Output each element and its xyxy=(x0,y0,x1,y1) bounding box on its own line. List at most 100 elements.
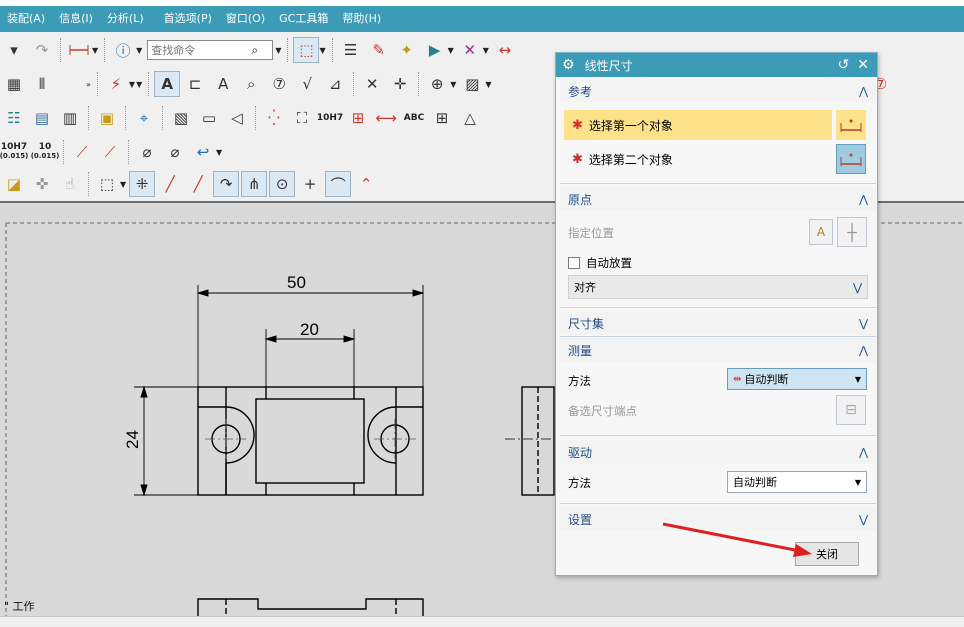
chevron-down-icon[interactable]: ⋁ xyxy=(853,281,862,294)
chevron-down-icon[interactable]: ▼ xyxy=(275,46,281,55)
menu-info[interactable]: 信息(I) xyxy=(52,6,100,32)
arc-center-icon[interactable]: ⊙ xyxy=(269,171,296,197)
info-icon[interactable]: ⓘ xyxy=(110,37,136,63)
chevron-up-icon[interactable]: ⋀ xyxy=(859,193,868,206)
chevron-down-icon[interactable]: ▼ xyxy=(855,478,861,487)
section-reference[interactable]: 参考 ⋀ xyxy=(560,79,876,103)
menu-gc-toolbox[interactable]: GC工具箱 xyxy=(272,6,335,32)
select-filter-icon[interactable]: ◪ xyxy=(1,171,27,197)
section-origin[interactable]: 原点 ⋀ xyxy=(560,187,876,211)
note-icon[interactable]: A xyxy=(154,71,181,97)
chevron-down-icon[interactable]: ▼ xyxy=(136,46,142,55)
edit-object-icon[interactable]: ✎ xyxy=(366,37,392,63)
tabular-note-icon[interactable]: ▥ xyxy=(57,105,83,131)
layer-settings-icon[interactable]: ☷ xyxy=(1,105,27,131)
hole-table-icon[interactable]: ⁛ xyxy=(261,105,287,131)
parts-list-icon[interactable]: ▤ xyxy=(29,105,55,131)
diameter-icon[interactable]: ⟋ xyxy=(97,139,123,165)
chevron-down-icon[interactable]: ▼ xyxy=(319,46,325,55)
dimension-text-24[interactable]: 24 xyxy=(123,430,142,449)
layers-icon[interactable]: ☰ xyxy=(338,37,364,63)
center-mark-icon[interactable]: ⊕ xyxy=(424,71,450,97)
edit-dimension-icon[interactable]: ⊞ xyxy=(345,105,371,131)
table-x-icon[interactable]: ⊞ xyxy=(429,105,455,131)
feature-control-icon[interactable]: ⊏ xyxy=(182,71,208,97)
tolerance-1-icon[interactable]: 10H7 (0.015) xyxy=(0,139,28,165)
origin-tool-icon[interactable]: A xyxy=(809,219,833,245)
endpoint-icon[interactable]: ╱ xyxy=(157,171,183,197)
close-button[interactable]: 关闭 xyxy=(795,542,859,566)
more-icon[interactable]: » xyxy=(86,80,91,89)
chevron-down-icon[interactable]: ▼ xyxy=(216,148,222,157)
chevron-down-icon[interactable]: ▼ xyxy=(129,80,135,89)
chevron-down-icon[interactable]: ▼ xyxy=(92,46,98,55)
dropdown-icon[interactable]: ▾ xyxy=(1,37,27,63)
table-icon[interactable]: ▦ xyxy=(1,71,27,97)
chain-dim-icon[interactable]: ⟷ xyxy=(373,105,399,131)
surface-finish-icon[interactable]: √ xyxy=(294,71,320,97)
triangle-icon[interactable]: △ xyxy=(457,105,483,131)
pointer-icon[interactable]: ☝ xyxy=(57,171,83,197)
intersection-icon[interactable]: ✛ xyxy=(387,71,413,97)
find-command-combo[interactable]: ⌕ xyxy=(147,40,274,60)
search-icon[interactable]: ⌕ xyxy=(251,43,258,58)
select-first-object-row[interactable]: ✱ 选择第一个对象 xyxy=(564,110,832,140)
find-command-input[interactable] xyxy=(151,41,252,59)
control-point-icon[interactable]: ↷ xyxy=(213,171,240,197)
image-icon[interactable]: ▨ xyxy=(459,71,485,97)
box-select-icon[interactable]: ⬚ xyxy=(94,171,120,197)
auto-place-checkbox[interactable] xyxy=(568,257,580,269)
menu-preferences[interactable]: 首选项(P) xyxy=(157,6,219,32)
axis-icon[interactable]: ✕ xyxy=(457,37,483,63)
weld-icon[interactable]: ⊿ xyxy=(322,71,348,97)
menu-assembly[interactable]: 装配(A) xyxy=(0,6,52,32)
intersection-point-icon[interactable]: ⋔ xyxy=(241,171,268,197)
snap-enable-icon[interactable]: ⁜ xyxy=(129,171,156,197)
chevron-up-icon[interactable]: ⋀ xyxy=(859,446,868,459)
section-dimension-set[interactable]: 尺寸集 ⋁ xyxy=(560,311,876,335)
chevron-down-icon[interactable]: ▼ xyxy=(855,375,861,384)
select-second-object-row[interactable]: ✱ 选择第二个对象 xyxy=(564,144,832,174)
linear-dimension-icon[interactable] xyxy=(66,37,92,63)
chevron-up-icon[interactable]: ⋀ xyxy=(859,344,868,357)
section-measurement[interactable]: 测量 ⋀ xyxy=(560,338,876,362)
diameter-symbol-2-icon[interactable]: ⌀ xyxy=(162,139,188,165)
dimension-style-icon[interactable]: ↔ xyxy=(492,37,518,63)
redo-icon[interactable]: ↷ xyxy=(29,37,55,63)
datum-icon[interactable]: A xyxy=(210,71,236,97)
border-icon[interactable]: ▭ xyxy=(196,105,222,131)
chevron-down-icon[interactable]: ▼ xyxy=(483,46,489,55)
specify-position-button[interactable]: ┼ xyxy=(837,217,867,247)
diameter-symbol-icon[interactable]: ⌀ xyxy=(134,139,160,165)
select-first-object-button[interactable] xyxy=(836,110,866,140)
dimension-text-50[interactable]: 50 xyxy=(287,273,306,292)
section-settings[interactable]: 设置 ⋁ xyxy=(560,507,876,531)
hatch-icon[interactable]: ▧ xyxy=(168,105,194,131)
snap-icon[interactable]: ▶ xyxy=(422,37,448,63)
chevron-down-icon[interactable]: ⋁ xyxy=(859,513,868,526)
fit-view-icon[interactable]: ⬚ xyxy=(293,37,320,63)
chevron-down-icon[interactable]: ▼ xyxy=(136,80,142,89)
close-icon[interactable]: ✕ xyxy=(857,57,869,73)
chevron-up-icon[interactable]: ⋀ xyxy=(859,85,868,98)
move-icon[interactable]: ✜ xyxy=(29,171,55,197)
tolerance-2-icon[interactable]: 10 (0.015) xyxy=(31,139,60,165)
measure-method-select[interactable]: ⇹ 自动判断 ▼ xyxy=(727,368,867,390)
auto-balloon-icon[interactable]: ▣ xyxy=(94,105,120,131)
menu-analysis[interactable]: 分析(L) xyxy=(100,6,151,32)
existing-point-icon[interactable]: + xyxy=(297,171,323,197)
tangent-point-icon[interactable]: ⌒ xyxy=(325,171,352,197)
id-symbol-icon[interactable]: ⑦ xyxy=(266,71,292,97)
mark-icon[interactable]: ⛶ xyxy=(289,105,315,131)
paint-icon[interactable]: ✦ xyxy=(394,37,420,63)
menu-help[interactable]: 帮助(H) xyxy=(335,6,388,32)
zoom-icon[interactable]: ⌕ xyxy=(238,71,264,97)
rapid-dimension-icon[interactable]: ⚡ xyxy=(103,71,129,97)
alt-endpoint-button[interactable]: ⊟ xyxy=(836,395,866,425)
radius-icon[interactable]: ⟋ xyxy=(69,139,95,165)
drive-method-select[interactable]: 自动判断 ▼ xyxy=(727,471,867,493)
midpoint-icon[interactable]: ╱ xyxy=(185,171,211,197)
dimension-text-20[interactable]: 20 xyxy=(300,320,319,339)
curve-point-icon[interactable]: ⌃ xyxy=(353,171,379,197)
align-select[interactable]: 对齐 ⋁ xyxy=(568,275,868,299)
